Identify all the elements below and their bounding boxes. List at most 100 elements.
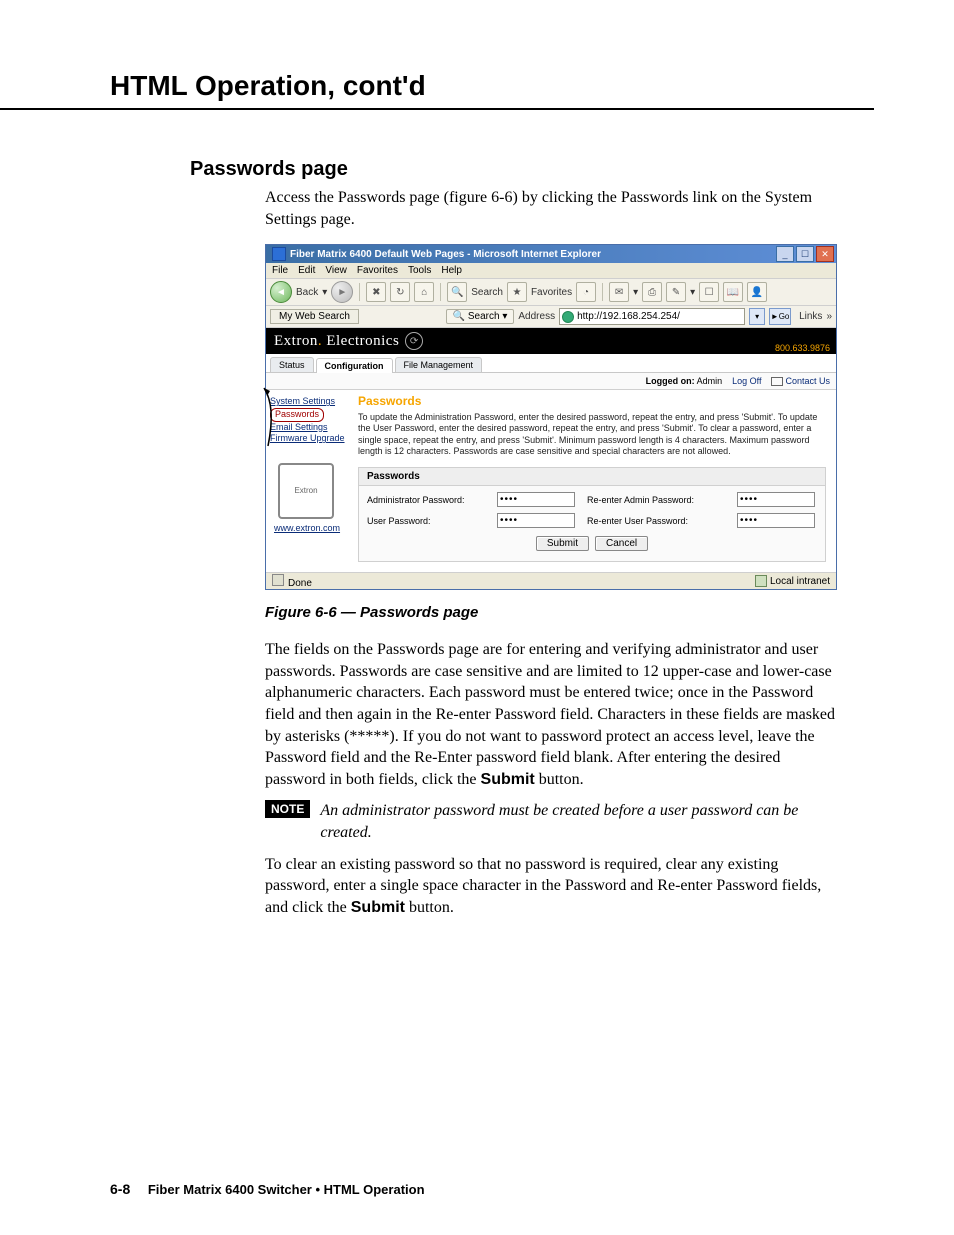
ie-logo-icon: [272, 247, 286, 261]
browser-toolbar: ◄ Back ▾ ► ✖ ↻ ⌂ 🔍 Search ★ Favorites ◔ …: [266, 279, 836, 306]
search-label: Search: [471, 287, 503, 298]
page-number: 6-8: [110, 1181, 130, 1197]
menu-tools[interactable]: Tools: [408, 265, 431, 276]
figure-screenshot: Fiber Matrix 6400 Default Web Pages - Mi…: [265, 244, 835, 590]
page-footer: 6-8 Fiber Matrix 6400 Switcher • HTML Op…: [110, 1181, 425, 1197]
page-icon: [272, 574, 284, 586]
extron-logo-icon: Extron: [278, 463, 334, 519]
sidebar-item-email-settings[interactable]: Email Settings: [270, 422, 350, 434]
status-subbar: Logged on: Admin Log Off Contact Us: [266, 373, 836, 390]
back-label: Back: [296, 287, 318, 298]
browser-menubar: File Edit View Favorites Tools Help: [266, 263, 836, 279]
links-chevron-icon[interactable]: »: [826, 311, 832, 322]
toolbar-separator: [440, 283, 441, 301]
forward-button[interactable]: ►: [331, 281, 353, 303]
window-titlebar: Fiber Matrix 6400 Default Web Pages - Mi…: [266, 245, 836, 263]
favorites-icon[interactable]: ★: [507, 282, 527, 302]
go-button[interactable]: ► Go: [769, 308, 791, 325]
note-badge: NOTE: [265, 800, 310, 818]
brand-phone: 800.633.9876: [775, 343, 830, 353]
sidebar-item-system-settings[interactable]: System Settings: [270, 396, 350, 408]
submit-word: Submit: [481, 771, 535, 788]
panel-title: Passwords: [358, 394, 826, 408]
favorites-label: Favorites: [531, 287, 572, 298]
browser-address-row: My Web Search 🔍 Search ▾ Address http://…: [266, 306, 836, 328]
menu-view[interactable]: View: [325, 265, 347, 276]
my-web-search-button[interactable]: My Web Search: [270, 309, 359, 324]
reenter-admin-password-label: Re-enter Admin Password:: [587, 495, 727, 505]
sidebar-url-link[interactable]: www.extron.com: [274, 523, 340, 533]
sidebar: System Settings Passwords Email Settings…: [266, 390, 354, 572]
address-value: http://192.168.254.254/: [577, 311, 680, 322]
envelope-icon: [771, 377, 783, 386]
paragraph-1: The fields on the Passwords page are for…: [265, 639, 844, 790]
paragraph-2: To clear an existing password so that no…: [265, 854, 844, 919]
passwords-panel: Passwords To update the Administration P…: [354, 390, 836, 572]
home-button[interactable]: ⌂: [414, 282, 434, 302]
discuss-icon[interactable]: ☐: [699, 282, 719, 302]
cancel-button[interactable]: Cancel: [595, 536, 648, 551]
footer-text: Fiber Matrix 6400 Switcher • HTML Operat…: [148, 1182, 425, 1197]
refresh-button[interactable]: ↻: [390, 282, 410, 302]
admin-password-label: Administrator Password:: [367, 495, 487, 505]
figure-caption: Figure 6-6 — Passwords page: [265, 604, 954, 621]
menu-favorites[interactable]: Favorites: [357, 265, 398, 276]
sidebar-item-firmware-upgrade[interactable]: Firmware Upgrade: [270, 433, 350, 445]
browser-window: Fiber Matrix 6400 Default Web Pages - Mi…: [265, 244, 837, 590]
print-icon[interactable]: ⎙: [642, 282, 662, 302]
reenter-admin-password-input[interactable]: ••••: [737, 492, 815, 507]
intro-paragraph: Access the Passwords page (figure 6-6) b…: [265, 187, 844, 230]
admin-password-input[interactable]: ••••: [497, 492, 575, 507]
shield-icon: [755, 575, 767, 587]
panel-description: To update the Administration Password, e…: [358, 412, 826, 457]
tab-file-management[interactable]: File Management: [395, 357, 483, 372]
reenter-user-password-input[interactable]: ••••: [737, 513, 815, 528]
brand-bar: Extron. Electronics ⟳ 800.633.9876: [266, 328, 836, 354]
toolbar-separator: [359, 283, 360, 301]
links-label[interactable]: Links: [799, 311, 822, 322]
edit-dropdown-icon[interactable]: ▾: [690, 287, 695, 298]
globe-icon: [562, 311, 574, 323]
passwords-form: Passwords Administrator Password: •••• R…: [358, 467, 826, 562]
menu-edit[interactable]: Edit: [298, 265, 315, 276]
address-input[interactable]: http://192.168.254.254/: [559, 308, 745, 325]
log-off-link[interactable]: Log Off: [732, 376, 761, 386]
stop-button[interactable]: ✖: [366, 282, 386, 302]
browser-statusbar: Done Local intranet: [266, 572, 836, 589]
user-password-input[interactable]: ••••: [497, 513, 575, 528]
search-icon[interactable]: 🔍: [447, 282, 467, 302]
menu-file[interactable]: File: [272, 265, 288, 276]
note-text: An administrator password must be create…: [320, 800, 844, 843]
close-button[interactable]: ✕: [816, 246, 834, 262]
menu-help[interactable]: Help: [441, 265, 462, 276]
messenger-icon[interactable]: 👤: [747, 282, 767, 302]
tab-status[interactable]: Status: [270, 357, 314, 372]
address-dropdown-icon[interactable]: ▾: [749, 308, 765, 325]
window-title: Fiber Matrix 6400 Default Web Pages - Mi…: [290, 249, 774, 260]
reenter-user-password-label: Re-enter User Password:: [587, 516, 727, 526]
history-icon[interactable]: ◔: [576, 282, 596, 302]
submit-button[interactable]: Submit: [536, 536, 589, 551]
brand-name-b: Electronics: [326, 333, 399, 350]
back-dropdown-icon[interactable]: ▾: [322, 287, 327, 298]
mail-icon[interactable]: ✉: [609, 282, 629, 302]
maximize-button[interactable]: ☐: [796, 246, 814, 262]
mail-dropdown-icon[interactable]: ▾: [633, 287, 638, 298]
back-button[interactable]: ◄: [270, 281, 292, 303]
research-icon[interactable]: 📖: [723, 282, 743, 302]
user-password-label: User Password:: [367, 516, 487, 526]
status-done: Done: [272, 574, 312, 589]
toolbar-separator: [602, 283, 603, 301]
tab-configuration[interactable]: Configuration: [316, 358, 393, 373]
minimize-button[interactable]: _: [776, 246, 794, 262]
callout-arrow-icon: [262, 386, 278, 456]
page-content: Extron. Electronics ⟳ 800.633.9876 Statu…: [266, 328, 836, 572]
brand-name-a: Extron: [274, 333, 318, 350]
form-subtitle: Passwords: [359, 468, 825, 486]
contact-us-link[interactable]: Contact Us: [771, 376, 830, 386]
sidebar-item-passwords[interactable]: Passwords: [270, 408, 324, 422]
address-label: Address: [518, 311, 555, 322]
brand-dot: .: [318, 333, 322, 350]
edit-icon[interactable]: ✎: [666, 282, 686, 302]
search-dropdown-button[interactable]: 🔍 Search ▾: [446, 309, 515, 324]
